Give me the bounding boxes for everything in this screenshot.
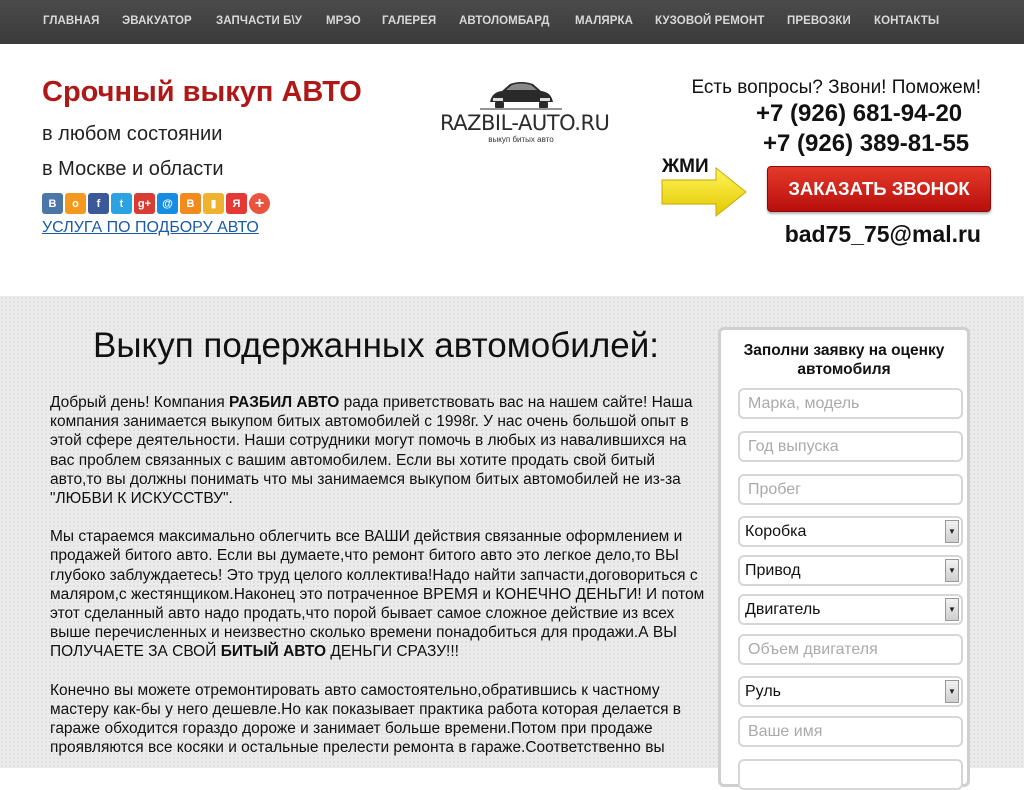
google-plus-icon[interactable]: g+	[134, 193, 155, 214]
nav-pawnshop[interactable]: АВТОЛОМБАРД	[459, 15, 550, 27]
form-title: Заполни заявку на оценку автомобиля	[743, 342, 945, 378]
header: Срочный выкуп АВТО в любом состоянии в М…	[0, 44, 1024, 296]
nav-transport[interactable]: ПРЕВОЗКИ	[787, 15, 851, 27]
facebook-icon[interactable]: f	[88, 193, 109, 214]
nav-tow-truck[interactable]: ЭВАКУАТОР	[122, 15, 192, 27]
odnoklassniki-icon[interactable]: о	[65, 193, 86, 214]
subtitle-line-1: в любом состоянии	[42, 123, 223, 145]
phone-input[interactable]	[738, 759, 963, 790]
engine-select[interactable]: Двигатель ▼	[738, 594, 963, 625]
chevron-down-icon: ▼	[945, 559, 959, 582]
order-call-button[interactable]: ЗАКАЗАТЬ ЗВОНОК	[767, 166, 991, 212]
paragraph-3: Конечно вы можете отремонтировать авто с…	[50, 681, 681, 757]
bookmark-icon[interactable]: ▮	[203, 193, 224, 214]
chevron-down-icon: ▼	[945, 680, 959, 703]
yandex-icon[interactable]: Я	[226, 193, 247, 214]
mileage-input[interactable]: Пробег	[738, 474, 963, 505]
logo-text: RAZBIL-AUTO.RU	[440, 111, 610, 135]
drive-select[interactable]: Привод ▼	[738, 555, 963, 586]
site-logo[interactable]: RAZBIL-AUTO.RU выкуп битых авто	[440, 78, 610, 148]
blogger-icon[interactable]: B	[180, 193, 201, 214]
nav-contacts[interactable]: КОНТАКТЫ	[874, 15, 939, 27]
mailru-icon[interactable]: @	[157, 193, 178, 214]
nav-paint[interactable]: МАЛЯРКА	[575, 15, 633, 27]
share-icons: Во f t g+ @ B ▮ Я +	[42, 193, 270, 214]
gearbox-select[interactable]: Коробка ▼	[738, 516, 963, 547]
year-input[interactable]: Год выпуска	[738, 431, 963, 462]
contact-email[interactable]: bad75_75@mal.ru	[785, 221, 981, 248]
name-input[interactable]: Ваше имя	[738, 716, 963, 747]
nav-used-parts[interactable]: ЗАПЧАСТИ Б\У	[216, 15, 302, 27]
twitter-icon[interactable]: t	[111, 193, 132, 214]
vk-icon[interactable]: В	[42, 193, 63, 214]
help-text: Есть вопросы? Звони! Поможем!	[691, 77, 981, 98]
gearbox-value: Коробка	[745, 523, 807, 540]
engine-value: Двигатель	[745, 601, 821, 618]
nav-body-repair[interactable]: КУЗОВОЙ РЕМОНТ	[655, 15, 764, 27]
top-nav: ГЛАВНАЯ ЭВАКУАТОР ЗАПЧАСТИ Б\У МРЭО ГАЛЕ…	[0, 0, 1024, 44]
nav-home[interactable]: ГЛАВНАЯ	[43, 15, 100, 27]
paragraph-2: Мы стараемся максимально облегчить все В…	[50, 528, 705, 661]
make-model-input[interactable]: Марка, модель	[738, 388, 963, 419]
chevron-down-icon: ▼	[945, 520, 959, 543]
page-title: Выкуп подержанных автомобилей:	[93, 326, 659, 365]
car-logo-icon	[480, 82, 562, 110]
article-text: Добрый день! Компания РАЗБИЛ АВТО рада п…	[50, 393, 705, 776]
main-content: Выкуп подержанных автомобилей: Добрый де…	[0, 296, 1024, 790]
nav-gallery[interactable]: ГАЛЕРЕЯ	[382, 15, 436, 27]
site-title: Срочный выкуп АВТО	[42, 76, 362, 108]
evaluation-form: Заполни заявку на оценку автомобиля Марк…	[718, 327, 970, 790]
phone-1: +7 (926) 681-94-20	[756, 100, 963, 127]
steering-value: Руль	[745, 683, 781, 700]
arrow-right-icon	[661, 166, 747, 218]
drive-value: Привод	[745, 562, 801, 579]
logo-tagline: выкуп битых авто	[488, 135, 554, 144]
steering-select[interactable]: Руль ▼	[738, 676, 963, 707]
nav-mreo[interactable]: МРЭО	[326, 15, 361, 27]
more-icon[interactable]: +	[249, 193, 270, 214]
engine-volume-input[interactable]: Объем двигателя	[738, 634, 963, 665]
car-selection-link[interactable]: УСЛУГА ПО ПОДБОРУ АВТО	[42, 219, 259, 237]
paragraph-1: Добрый день! Компания РАЗБИЛ АВТО рада п…	[50, 394, 693, 508]
phone-2: +7 (926) 389-81-55	[763, 130, 970, 157]
subtitle-line-2: в Москве и области	[42, 158, 224, 180]
chevron-down-icon: ▼	[945, 598, 959, 621]
